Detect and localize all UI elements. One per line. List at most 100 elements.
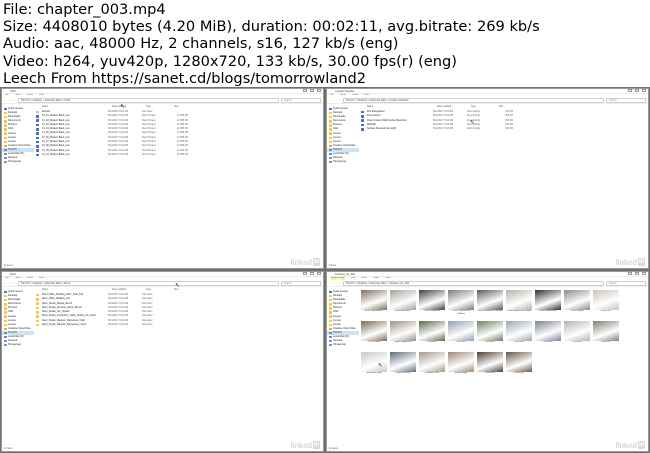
file-size: 328 KB <box>505 127 513 131</box>
file-row[interactable]: Revit_Studio_Mansion_Barcelona_Couch 8/21… <box>34 323 323 327</box>
nav-item[interactable]: Homegroup <box>2 160 34 164</box>
forward-arrow-icon[interactable]: → <box>334 280 337 287</box>
creative-cloud-icon <box>329 144 332 148</box>
thumbnail-view: 00001 Glasshouse 1 Wall-stapit-the-01 1020… <box>361 290 646 380</box>
image-thumbnail[interactable]: 12009 Samba Brick <box>535 290 561 318</box>
image-thumbnail[interactable]: 20020081 <box>448 321 474 349</box>
nav-item-label: Homegroup <box>8 160 22 164</box>
folder-icon <box>329 128 332 131</box>
image-thumbnail[interactable]: Wall-stapit-the-01 <box>390 290 416 318</box>
back-arrow-icon[interactable]: ← <box>329 97 332 104</box>
image-thumbnail[interactable]: 21001 Room <box>361 321 387 349</box>
search-input[interactable]: Search <box>281 280 321 286</box>
network-icon <box>4 339 7 343</box>
image-thumbnail[interactable]: 20020080 <box>419 321 445 349</box>
thumbnail-caption: Grinde Inverters <box>395 372 411 374</box>
close-icon[interactable] <box>642 272 646 275</box>
thumbnail-caption: 20020080 <box>427 341 437 343</box>
nav-item-label: Homegroup <box>8 343 22 347</box>
maximize-icon[interactable] <box>635 272 639 275</box>
window-controls <box>628 272 646 275</box>
minimize-icon[interactable] <box>628 272 632 275</box>
up-arrow-icon[interactable]: ↑ <box>339 280 341 287</box>
address-bar: ← → ↑ This PC > Desktop > Exercise Files > … <box>2 280 323 287</box>
image-thumbnail[interactable]: Grinde Inverters <box>390 352 416 380</box>
search-input[interactable]: Search <box>606 97 646 103</box>
close-icon[interactable] <box>317 272 321 275</box>
minimize-icon[interactable] <box>303 89 307 92</box>
folder-icon <box>329 124 332 127</box>
image-thumbnail[interactable]: 00001 Glasshouse 1 <box>361 290 387 318</box>
maximize-icon[interactable] <box>310 89 314 92</box>
image-thumbnail[interactable]: proby-shuggl <box>448 352 474 380</box>
image-thumbnail[interactable]: 20020082 <box>477 321 503 349</box>
image-thumbnail[interactable]: 20020084 <box>535 321 561 349</box>
texture-image <box>564 321 590 341</box>
forward-arrow-icon[interactable]: → <box>9 280 12 287</box>
search-input[interactable]: Search <box>606 280 646 286</box>
file-row[interactable]: 01_10_Modern Bank_test 8/21/2017 9:03 AM R… <box>34 153 323 157</box>
nav-item[interactable]: Homegroup <box>327 343 359 347</box>
back-arrow-icon[interactable]: ← <box>329 280 332 287</box>
thumbnail-caption: Wall-stapit-the-01 <box>394 310 412 312</box>
image-thumbnail[interactable]: agnes-Stage-bass <box>390 321 416 349</box>
network-icon <box>329 339 332 343</box>
image-thumbnail[interactable]: shoes-tan <box>506 352 532 380</box>
search-input[interactable]: Search <box>281 97 321 103</box>
image-thumbnail[interactable]: 12010 Samba <box>564 290 590 318</box>
back-arrow-icon[interactable]: ← <box>4 97 7 104</box>
image-thumbnail[interactable]: Glossmate Room <box>361 352 387 380</box>
breadcrumb[interactable]: This PC > Desktop > Exercise Files > Rev… <box>17 280 279 286</box>
network-icon <box>4 161 7 164</box>
pane-body: Quick access Desktop Downloads Documents Pic… <box>2 288 323 447</box>
up-arrow-icon[interactable]: ↑ <box>339 97 341 104</box>
folder-icon <box>36 298 39 301</box>
image-thumbnail[interactable]: 20020091 <box>593 321 619 349</box>
image-thumbnail[interactable]: 10208 Samba B4 Textured <box>477 290 503 318</box>
back-arrow-icon[interactable]: ← <box>4 280 7 287</box>
thumbnail-caption: 12009 Samba Brick <box>538 310 558 312</box>
revit-file-icon <box>36 140 39 144</box>
revit-file-icon <box>361 127 364 131</box>
revit-file-icon <box>361 123 364 127</box>
image-thumbnail[interactable]: shoes-tan <box>477 352 503 380</box>
forward-arrow-icon[interactable]: → <box>334 97 337 104</box>
nav-item[interactable]: Homegroup <box>327 160 359 164</box>
image-thumbnail[interactable]: 20020083 <box>506 321 532 349</box>
window-controls <box>303 272 321 275</box>
thumbnail-caption: 20020083 <box>514 341 524 343</box>
computer-icon <box>329 148 332 152</box>
image-thumbnail[interactable]: cardbeta-Floor <box>419 352 445 380</box>
close-icon[interactable] <box>642 89 646 92</box>
revit-file-icon <box>36 119 39 122</box>
breadcrumb[interactable]: This PC > Desktop > Exercise Files > Cus… <box>342 97 604 103</box>
thumbnail-caption: 10200 Samba B4 <box>423 310 441 312</box>
folder-icon <box>36 110 39 114</box>
close-icon[interactable] <box>317 89 321 92</box>
up-arrow-icon[interactable]: ↑ <box>14 280 16 287</box>
image-thumbnail[interactable]: 20020086 <box>564 321 590 349</box>
nav-item-label: Homegroup <box>333 160 347 164</box>
image-thumbnail[interactable]: 10205 Sosta B4 De Tradition <box>448 290 474 318</box>
maximize-icon[interactable] <box>635 89 639 92</box>
image-thumbnail[interactable]: 12008 Samba B4 Preview <box>506 290 532 318</box>
forward-arrow-icon[interactable]: → <box>9 97 12 104</box>
thumbnail-caption: 21001 Room <box>368 341 380 343</box>
breadcrumb[interactable]: This PC > Desktop > Exercise Files > Tex… <box>342 280 604 286</box>
image-thumbnail[interactable]: 10200 Samba B4 <box>419 290 445 318</box>
up-arrow-icon[interactable]: ↑ <box>14 97 16 104</box>
breadcrumb[interactable]: This PC > Desktop > Exercise Files > CAD <box>17 97 279 103</box>
revit-file-icon <box>36 123 39 127</box>
file-size-line: Size: 4408010 bytes (4.20 MiB), duration… <box>3 18 540 36</box>
image-thumbnail[interactable]: 21000 200 <box>593 290 619 318</box>
revit-file-icon <box>36 115 39 118</box>
folder-icon <box>329 323 332 326</box>
texture-image <box>448 321 474 341</box>
minimize-icon[interactable] <box>303 272 307 275</box>
maximize-icon[interactable] <box>310 272 314 275</box>
nav-item[interactable]: Homegroup <box>2 343 34 347</box>
file-row[interactable]: Surface Mounted Can Light 8/21/2017 9:03 … <box>359 127 648 131</box>
minimize-icon[interactable] <box>628 89 632 92</box>
thumbnail-caption: 12010 Samba <box>570 310 584 312</box>
computer-icon <box>4 331 7 335</box>
